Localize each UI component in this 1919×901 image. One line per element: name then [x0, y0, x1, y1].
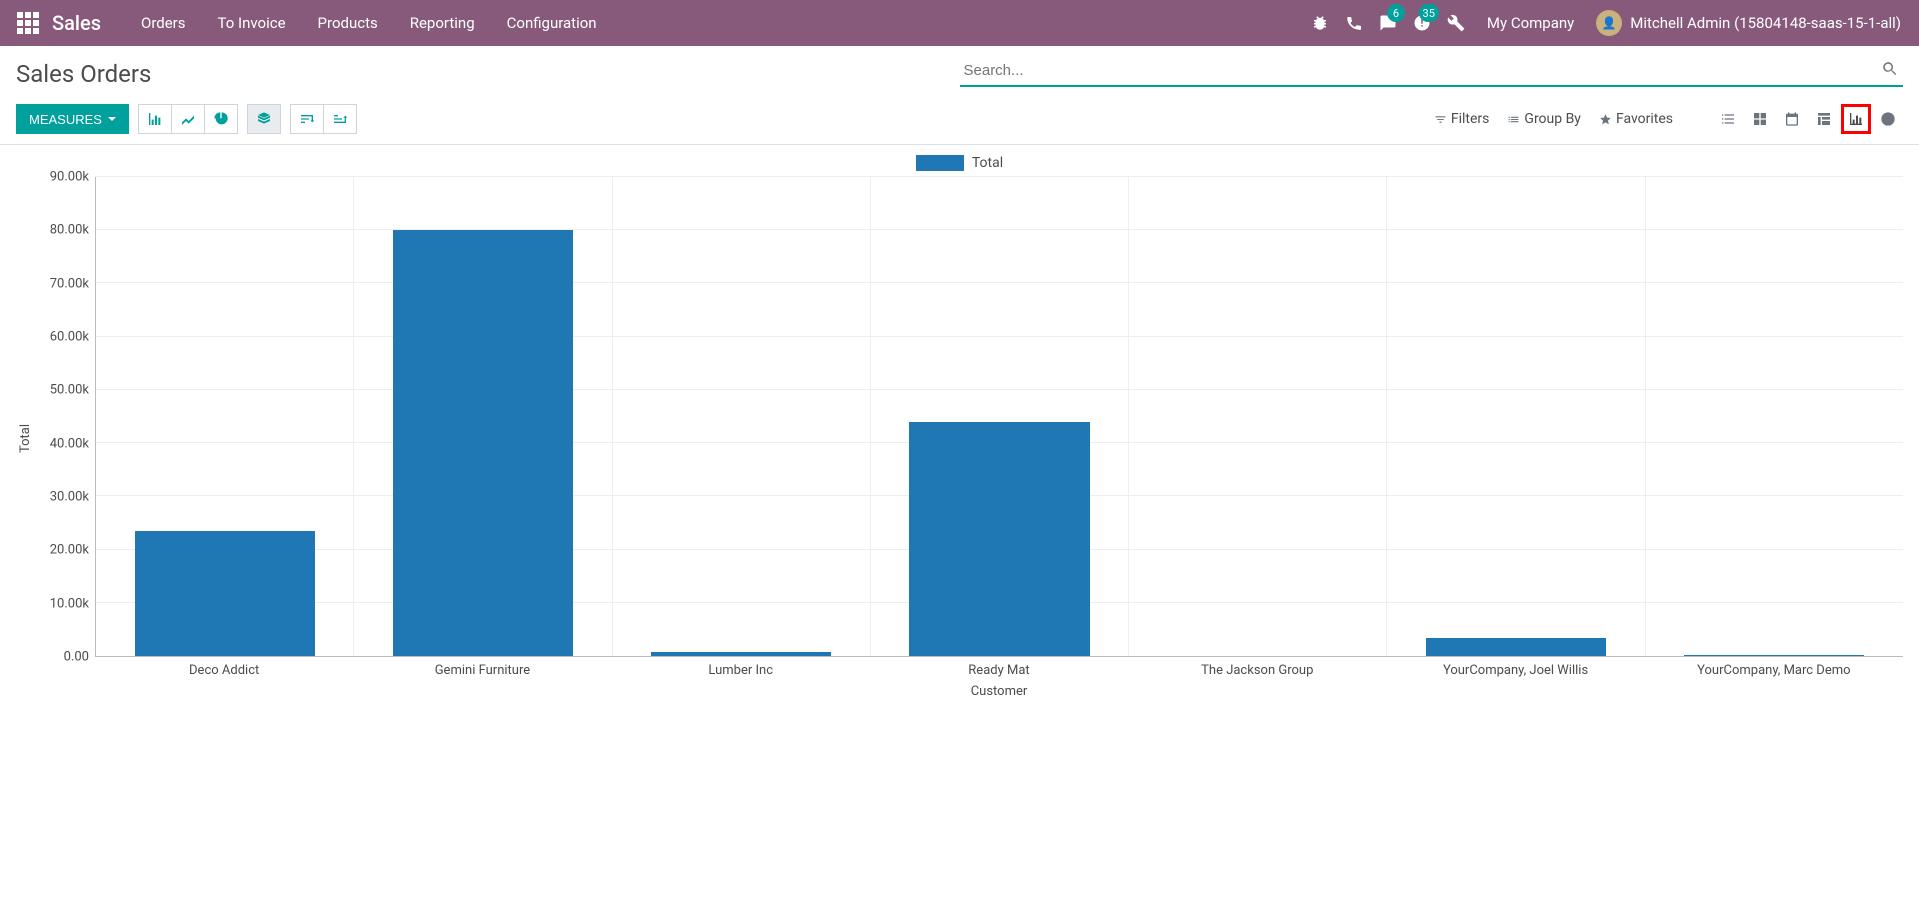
activities-badge: 35	[1419, 4, 1439, 22]
search-box	[960, 56, 1904, 87]
bar-slot	[354, 177, 612, 656]
y-tick: 10.00k	[50, 596, 89, 611]
x-tick: Gemini Furniture	[353, 657, 611, 678]
x-tick: Ready Mat	[870, 657, 1128, 678]
measures-label: MEASURES	[29, 112, 102, 127]
x-tick: Deco Addict	[95, 657, 353, 678]
bar[interactable]	[1684, 655, 1864, 656]
legend-swatch	[916, 155, 964, 171]
bar[interactable]	[135, 531, 315, 656]
pie-chart-button[interactable]	[204, 104, 238, 134]
filters-button[interactable]: Filters	[1434, 111, 1490, 127]
y-tick: 50.00k	[50, 383, 89, 398]
y-tick: 0.00	[64, 650, 89, 665]
stacked-group	[248, 104, 281, 134]
bar[interactable]	[909, 422, 1089, 656]
y-axis-title: Total	[16, 177, 35, 699]
y-tick: 20.00k	[50, 543, 89, 558]
list-view-button[interactable]	[1713, 104, 1743, 134]
line-chart-button[interactable]	[171, 104, 205, 134]
search-input[interactable]	[960, 56, 1904, 87]
y-tick: 60.00k	[50, 330, 89, 345]
stacked-button[interactable]	[247, 104, 281, 134]
page-title: Sales Orders	[16, 56, 960, 88]
messages-icon[interactable]: 6	[1371, 0, 1405, 46]
caret-down-icon	[108, 117, 116, 121]
x-tick: YourCompany, Marc Demo	[1645, 657, 1903, 678]
star-icon	[1599, 113, 1612, 126]
bar-slot	[1129, 177, 1387, 656]
activities-icon[interactable]: 35	[1405, 0, 1439, 46]
menu-reporting[interactable]: Reporting	[394, 0, 491, 46]
legend-label: Total	[972, 155, 1003, 171]
chart-legend: Total	[16, 155, 1903, 171]
bar-slot	[96, 177, 354, 656]
sort-group	[291, 104, 357, 134]
bar-slot	[871, 177, 1129, 656]
sort-asc-button[interactable]	[323, 104, 357, 134]
bar[interactable]	[651, 652, 831, 656]
x-axis-title: Customer	[35, 684, 1903, 699]
menu-orders[interactable]: Orders	[125, 0, 202, 46]
plot-area	[95, 177, 1903, 657]
y-tick: 70.00k	[50, 276, 89, 291]
y-tick: 90.00k	[50, 170, 89, 185]
chart: Total Total 0.00 10.00k 20.00k 30.00k 40.00k…	[0, 145, 1919, 709]
apps-icon[interactable]	[16, 11, 40, 35]
bar-slot	[1646, 177, 1903, 656]
bar-slot	[1387, 177, 1645, 656]
view-switcher	[1713, 104, 1903, 134]
tools-icon[interactable]	[1439, 0, 1473, 46]
menu-configuration[interactable]: Configuration	[491, 0, 613, 46]
groupby-button[interactable]: Group By	[1507, 111, 1581, 127]
menu-products[interactable]: Products	[302, 0, 394, 46]
chart-type-group	[139, 104, 238, 134]
bar[interactable]	[393, 230, 573, 656]
company-name[interactable]: My Company	[1473, 14, 1588, 32]
y-tick: 30.00k	[50, 490, 89, 505]
list-icon	[1507, 113, 1520, 126]
app-name[interactable]: Sales	[52, 11, 101, 35]
pivot-view-button[interactable]	[1809, 104, 1839, 134]
user-name: Mitchell Admin (15804148-saas-15-1-all)	[1630, 14, 1901, 32]
x-tick: YourCompany, Joel Willis	[1386, 657, 1644, 678]
user-menu[interactable]: 👤 Mitchell Admin (15804148-saas-15-1-all…	[1588, 10, 1909, 36]
bar-chart-button[interactable]	[138, 104, 172, 134]
phone-icon[interactable]	[1337, 0, 1371, 46]
favorites-button[interactable]: Favorites	[1599, 111, 1673, 127]
x-tick: Lumber Inc	[612, 657, 870, 678]
avatar: 👤	[1596, 10, 1622, 36]
sort-desc-button[interactable]	[290, 104, 324, 134]
bug-icon[interactable]	[1303, 0, 1337, 46]
bar[interactable]	[1426, 638, 1606, 656]
kanban-view-button[interactable]	[1745, 104, 1775, 134]
search-icon[interactable]	[1881, 60, 1899, 78]
bar-slot	[613, 177, 871, 656]
measures-button[interactable]: MEASURES	[16, 104, 129, 134]
x-tick: The Jackson Group	[1128, 657, 1386, 678]
activity-view-button[interactable]	[1873, 104, 1903, 134]
menu-to-invoice[interactable]: To Invoice	[202, 0, 302, 46]
calendar-view-button[interactable]	[1777, 104, 1807, 134]
topnav: Sales Orders To Invoice Products Reporti…	[0, 0, 1919, 46]
graph-view-button[interactable]	[1841, 104, 1871, 134]
y-tick: 80.00k	[50, 223, 89, 238]
y-axis: 0.0010.00k20.00k30.00k40.00k50.00k60.00k…	[35, 177, 95, 657]
y-tick: 40.00k	[50, 436, 89, 451]
messages-badge: 6	[1387, 4, 1405, 22]
x-axis: Deco AddictGemini FurnitureLumber IncRea…	[95, 657, 1903, 678]
control-panel: Sales Orders MEASURES Filters	[0, 46, 1919, 144]
filter-icon	[1434, 113, 1447, 126]
